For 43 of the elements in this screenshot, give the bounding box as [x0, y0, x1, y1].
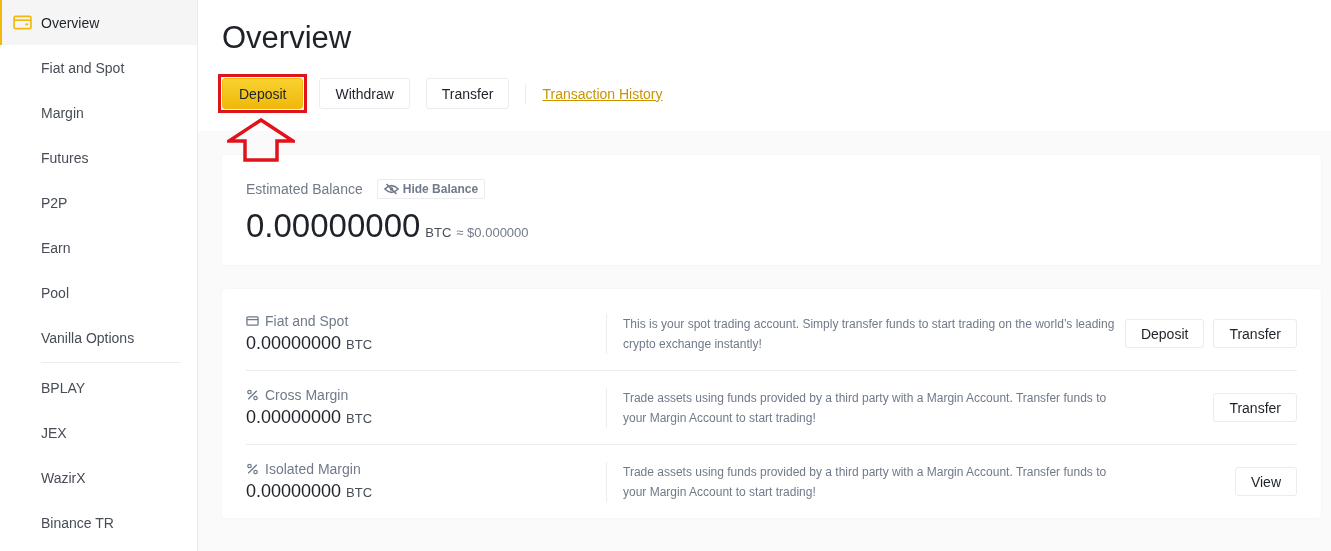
sidebar-item[interactable]: Binance TR [0, 500, 197, 545]
account-description: This is your spot trading account. Simply transfer funds to start trading on the world’s leading crypto exchange instantly! [606, 313, 1123, 354]
balance-label: Estimated Balance [246, 181, 363, 197]
action-button[interactable]: Transfer [425, 78, 510, 109]
account-name: Cross Margin [265, 387, 349, 403]
account-name: Isolated Margin [265, 461, 361, 477]
action-button[interactable]: Withdraw [319, 78, 410, 109]
sidebar-item[interactable]: WazirX [0, 455, 197, 500]
account-description: Trade assets using funds provided by a third party with a Margin Account. Transfer funds to your Margin Account to start trading! [606, 461, 1123, 502]
sidebar-item[interactable]: Margin [0, 90, 197, 135]
eye-slash-icon [383, 183, 399, 195]
balance-amount: 0.00000000 [246, 207, 421, 245]
sidebar-item[interactable]: Overview [0, 0, 197, 45]
sidebar-item[interactable]: Vanilla Options [0, 315, 197, 360]
wallet-icon [246, 315, 259, 327]
sidebar-item[interactable]: P2P [0, 180, 197, 225]
account-action-button[interactable]: Transfer [1213, 393, 1297, 422]
sidebar-item[interactable]: JEX [0, 410, 197, 455]
percent-icon [246, 389, 259, 401]
account-action-button[interactable]: View [1234, 467, 1297, 496]
sidebar-item[interactable]: Futures [0, 135, 197, 180]
hide-balance-button[interactable]: Hide Balance [376, 179, 486, 199]
fiat-estimate: ≈ $0.000000 [456, 225, 529, 240]
page-title: Overview [222, 20, 353, 56]
account-description: Trade assets using funds provided by a third party with a Margin Account. Transfer funds to your Margin Account to start trading! [606, 387, 1123, 428]
account-name: Fiat and Spot [265, 313, 349, 329]
account-unit: BTC [346, 485, 373, 500]
sidebar-item[interactable]: Fiat and Spot [0, 45, 197, 90]
account-unit: BTC [346, 411, 373, 426]
account-amount: 0.00000000 [246, 333, 342, 354]
sidebar-item[interactable]: BPLAY [0, 365, 197, 410]
sidebar-item[interactable]: Earn [0, 225, 197, 270]
account-amount: 0.00000000 [246, 407, 342, 428]
arrow-icon [227, 118, 295, 162]
action-button[interactable]: Deposit [222, 78, 304, 109]
account-amount: 0.00000000 [246, 481, 342, 502]
wallet-icon [13, 15, 32, 30]
balance-unit: BTC [425, 225, 452, 240]
sidebar-item[interactable]: Pool [0, 270, 197, 315]
account-action-button[interactable]: Transfer [1213, 319, 1297, 348]
account-action-button[interactable]: Deposit [1124, 319, 1205, 348]
percent-icon [246, 463, 259, 475]
account-unit: BTC [346, 337, 373, 352]
